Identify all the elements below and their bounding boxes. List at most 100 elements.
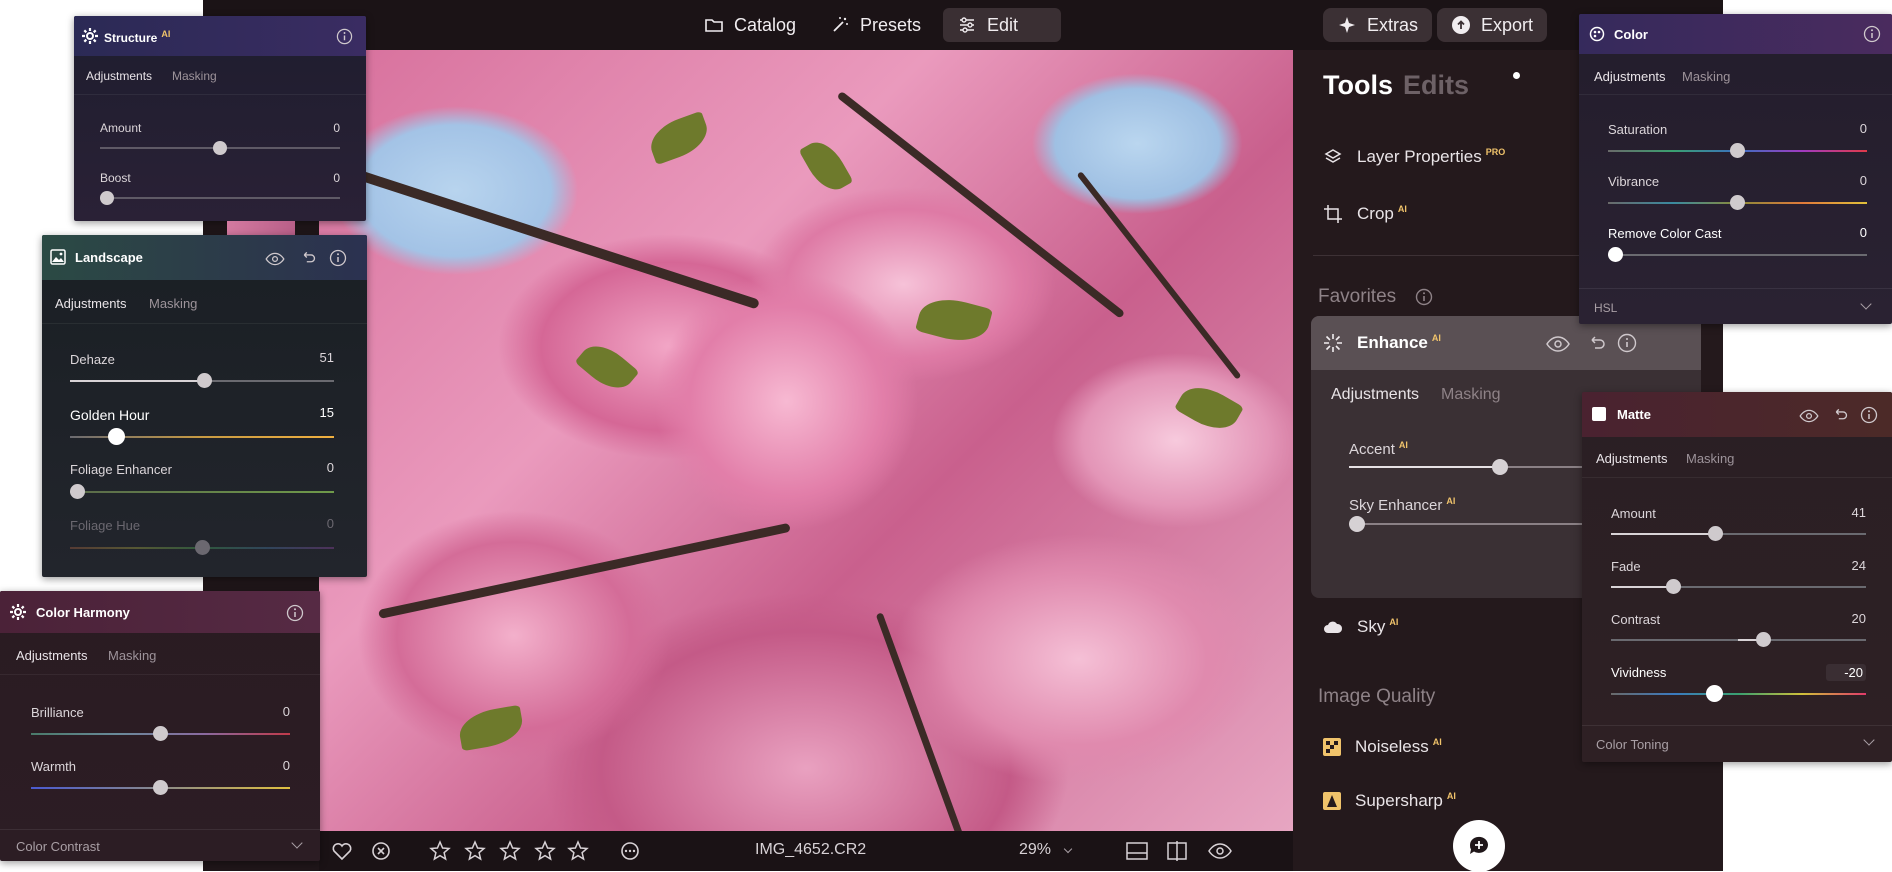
tab-masking[interactable]: Masking bbox=[149, 296, 197, 311]
image-quality-heading: Image Quality bbox=[1318, 686, 1436, 707]
enhance-burst-icon bbox=[1324, 334, 1342, 352]
landscape-title: Landscape bbox=[75, 250, 143, 265]
sky-item[interactable]: Sky AI bbox=[1323, 617, 1398, 637]
matte-amount-slider-knob[interactable] bbox=[1708, 526, 1723, 541]
crop-item[interactable]: Crop AI bbox=[1323, 204, 1407, 224]
saturation-slider-knob[interactable] bbox=[1730, 143, 1745, 158]
tab-adjustments[interactable]: Adjustments bbox=[1596, 451, 1668, 466]
sky-enhancer-slider-track[interactable] bbox=[1349, 523, 1609, 525]
info-icon[interactable] bbox=[1617, 333, 1637, 353]
photo-leaf bbox=[1174, 377, 1244, 439]
reset-undo-icon[interactable] bbox=[1587, 333, 1607, 353]
accent-slider-knob[interactable] bbox=[1491, 459, 1508, 475]
color-toning-section[interactable]: Color Toning bbox=[1582, 725, 1892, 762]
amount-slider-knob[interactable] bbox=[213, 141, 227, 155]
ai-badge: AI bbox=[1397, 204, 1407, 215]
matte-header: Matte bbox=[1582, 392, 1892, 437]
vividness-slider-track[interactable] bbox=[1611, 693, 1866, 695]
visibility-eye-icon[interactable] bbox=[264, 251, 286, 267]
photo-canvas[interactable] bbox=[319, 50, 1293, 831]
reject-icon[interactable] bbox=[371, 841, 391, 861]
accent-label: Accent bbox=[1349, 441, 1395, 458]
remove-color-cast-slider-knob[interactable] bbox=[1608, 247, 1623, 262]
edits-tab[interactable]: Edits bbox=[1403, 70, 1469, 101]
golden-hour-slider-knob[interactable] bbox=[108, 428, 125, 445]
dehaze-slider-knob[interactable] bbox=[197, 373, 212, 388]
boost-slider-knob[interactable] bbox=[100, 191, 114, 205]
vibrance-slider-knob[interactable] bbox=[1730, 195, 1745, 210]
color-panel: Color Adjustments Masking Saturation 0 V… bbox=[1579, 14, 1892, 324]
foliage-enhancer-slider-track[interactable] bbox=[70, 491, 334, 493]
amount-value: 0 bbox=[333, 121, 340, 135]
structure-gear-icon bbox=[82, 28, 98, 44]
sparkle-icon bbox=[1339, 17, 1355, 33]
chat-button[interactable] bbox=[1453, 820, 1505, 872]
heart-icon[interactable] bbox=[331, 841, 353, 861]
fade-value: 24 bbox=[1851, 558, 1866, 573]
fade-slider-knob[interactable] bbox=[1666, 579, 1681, 594]
tab-adjustments[interactable]: Adjustments bbox=[1594, 69, 1666, 84]
compare-icon[interactable] bbox=[1165, 840, 1189, 862]
sky-enhancer-slider-knob[interactable] bbox=[1349, 516, 1365, 532]
noiseless-item[interactable]: Noiseless AI bbox=[1323, 737, 1442, 757]
photo-branch bbox=[378, 522, 791, 619]
info-icon[interactable] bbox=[329, 249, 347, 267]
dehaze-value: 51 bbox=[319, 350, 334, 365]
tab-adjustments[interactable]: Adjustments bbox=[16, 648, 88, 663]
preview-eye-icon[interactable] bbox=[1207, 841, 1233, 861]
reset-undo-icon[interactable] bbox=[300, 249, 317, 266]
presets-button[interactable]: Presets bbox=[816, 8, 935, 42]
upload-circle-icon bbox=[1452, 16, 1470, 34]
matte-amount-value: 41 bbox=[1851, 505, 1866, 520]
supersharp-item[interactable]: Supersharp AI bbox=[1323, 791, 1456, 811]
sky-label: Sky bbox=[1357, 617, 1386, 636]
visibility-eye-icon[interactable] bbox=[1798, 408, 1820, 424]
info-icon[interactable] bbox=[336, 28, 353, 45]
photo-leaf bbox=[915, 291, 993, 349]
ai-badge: AI bbox=[1432, 737, 1442, 748]
tools-tab[interactable]: Tools bbox=[1323, 70, 1393, 101]
visibility-eye-icon[interactable] bbox=[1545, 334, 1571, 354]
color-contrast-section[interactable]: Color Contrast bbox=[0, 829, 320, 861]
info-icon[interactable] bbox=[1863, 25, 1881, 43]
edits-indicator-dot bbox=[1513, 72, 1520, 79]
info-icon[interactable] bbox=[286, 604, 304, 622]
tab-masking[interactable]: Masking bbox=[1686, 451, 1734, 466]
tab-masking[interactable]: Masking bbox=[108, 648, 156, 663]
enhance-header[interactable]: Enhance AI bbox=[1311, 316, 1701, 370]
tab-masking[interactable]: Masking bbox=[172, 69, 217, 83]
catalog-button[interactable]: Catalog bbox=[690, 8, 810, 42]
foliage-hue-slider-knob[interactable] bbox=[195, 540, 210, 555]
vividness-value[interactable]: -20 bbox=[1826, 664, 1866, 681]
tab-masking[interactable]: Masking bbox=[1682, 69, 1730, 84]
warmth-slider-knob[interactable] bbox=[153, 780, 168, 795]
extras-button[interactable]: Extras bbox=[1323, 8, 1433, 42]
boost-slider-track[interactable] bbox=[100, 197, 340, 199]
export-button[interactable]: Export bbox=[1437, 8, 1548, 42]
edit-button[interactable]: Edit bbox=[943, 8, 1061, 42]
layer-properties-item[interactable]: Layer Properties PRO bbox=[1323, 147, 1505, 167]
matte-title: Matte bbox=[1617, 407, 1651, 422]
reset-undo-icon[interactable] bbox=[1832, 406, 1849, 423]
tab-adjustments[interactable]: Adjustments bbox=[86, 69, 152, 83]
favorites-heading: Favorites bbox=[1318, 286, 1397, 307]
vividness-slider-knob[interactable] bbox=[1706, 685, 1723, 702]
star-rating[interactable] bbox=[429, 840, 589, 862]
tab-adjustments[interactable]: Adjustments bbox=[1331, 386, 1419, 404]
contrast-slider-knob[interactable] bbox=[1756, 632, 1771, 647]
amount-label: Amount bbox=[100, 121, 142, 135]
info-icon[interactable] bbox=[1860, 406, 1878, 424]
tab-masking[interactable]: Masking bbox=[1441, 386, 1501, 404]
info-icon[interactable] bbox=[1415, 288, 1433, 306]
tab-adjustments[interactable]: Adjustments bbox=[55, 296, 127, 311]
divider bbox=[0, 674, 320, 675]
zoom-dropdown[interactable]: 29% bbox=[1019, 841, 1051, 859]
more-options-icon[interactable] bbox=[619, 841, 641, 861]
remove-color-cast-slider-track[interactable] bbox=[1608, 254, 1867, 256]
filmstrip-icon[interactable] bbox=[1125, 840, 1149, 862]
contrast-value: 20 bbox=[1851, 611, 1866, 626]
brilliance-slider-knob[interactable] bbox=[153, 726, 168, 741]
foliage-enhancer-slider-knob[interactable] bbox=[70, 484, 85, 499]
hsl-section[interactable]: HSL bbox=[1579, 288, 1892, 324]
color-harmony-panel: Color Harmony Adjustments Masking Brilli… bbox=[0, 591, 320, 861]
